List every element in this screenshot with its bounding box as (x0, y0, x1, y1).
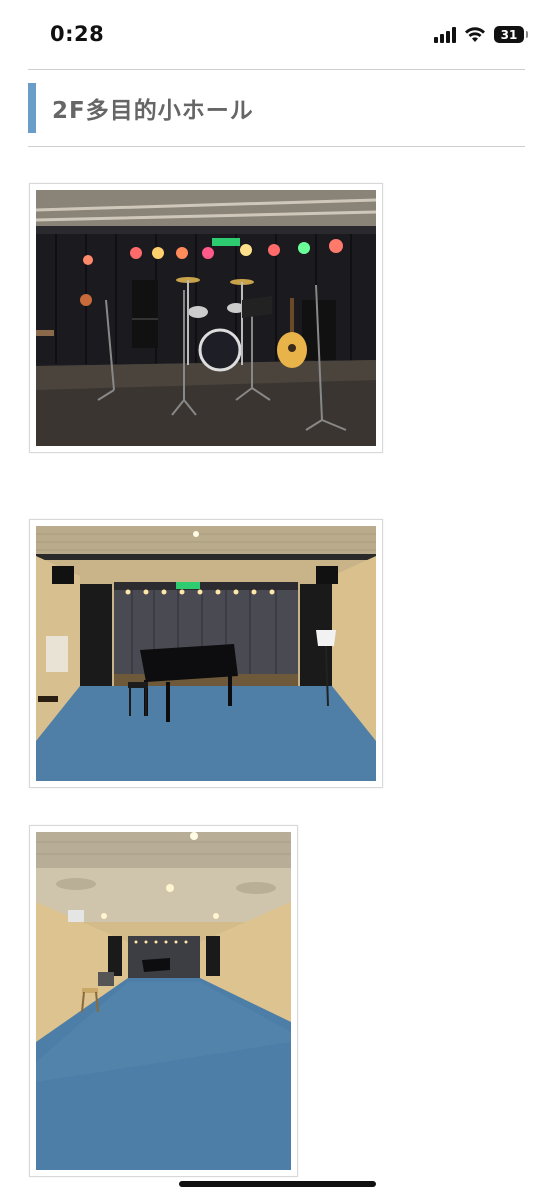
top-divider (28, 69, 525, 70)
status-icons: 31 (434, 26, 528, 43)
section-header: 2F多目的小ホール (28, 83, 254, 133)
section-title: 2F多目的小ホール (52, 98, 254, 124)
title-accent-bar (28, 83, 36, 133)
home-indicator[interactable] (179, 1181, 376, 1187)
bottom-divider (28, 146, 525, 147)
status-time: 0:28 (50, 22, 105, 46)
hall-piano-photo[interactable] (29, 519, 383, 788)
signal-icon (434, 26, 456, 43)
stage-photo-image (36, 190, 376, 446)
battery-icon: 31 (494, 26, 528, 43)
wifi-icon (465, 27, 485, 42)
status-bar: 0:28 31 (0, 0, 554, 70)
hall-piano-photo-image (36, 526, 376, 781)
stage-photo[interactable] (29, 183, 383, 453)
battery-level: 31 (500, 27, 518, 42)
hall-long-photo[interactable] (29, 825, 298, 1177)
hall-long-photo-image (36, 832, 291, 1170)
